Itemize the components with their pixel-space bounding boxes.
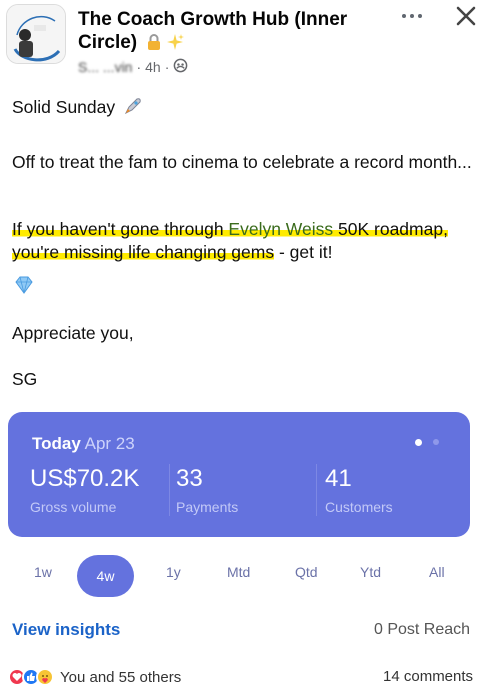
card-date: Today Apr 23 xyxy=(32,434,135,454)
gem-icon xyxy=(14,276,34,300)
post-line-appreciate: Appreciate you, xyxy=(12,323,134,343)
range-1y[interactable]: 1y xyxy=(166,564,181,580)
group-title[interactable]: The Coach Growth Hub (Inner Circle) xyxy=(78,8,378,57)
post-meta: S... ...vin · 4h · xyxy=(78,58,188,76)
today-label: Today xyxy=(32,434,81,453)
stats-card[interactable]: Today Apr 23 US$70.2K Gross volume 33 Pa… xyxy=(8,412,470,537)
range-all[interactable]: All xyxy=(429,564,445,580)
group-audience-icon xyxy=(173,58,188,76)
range-4w[interactable]: 4w xyxy=(77,555,134,597)
author-name[interactable]: S... ...vin xyxy=(78,59,132,75)
post-timestamp[interactable]: 4h xyxy=(145,59,161,75)
range-1w[interactable]: 1w xyxy=(34,564,52,580)
mention-link[interactable]: Evelyn Weiss xyxy=(228,219,334,239)
post-line-cinema: Off to treat the fam to cinema to celebr… xyxy=(12,152,472,172)
group-title-text: The Coach Growth Hub (Inner Circle) xyxy=(78,9,348,53)
post-line-signature: SG xyxy=(12,369,38,389)
reactions-text: You and 55 others xyxy=(60,668,182,686)
comments-count[interactable]: 14 comments xyxy=(383,668,473,685)
pager-dot-active[interactable] xyxy=(415,439,422,446)
group-avatar-image xyxy=(7,5,65,63)
payments-label: Payments xyxy=(176,499,239,515)
range-selector: 1w 4w 1y Mtd Qtd Ytd All xyxy=(8,548,470,606)
customers-label: Customers xyxy=(325,499,393,515)
payments-value: 33 xyxy=(176,465,203,492)
post-line-sunday: Solid Sunday xyxy=(12,96,143,122)
highlight-text-prefix: If you haven't gone through xyxy=(12,219,229,239)
reactions-summary[interactable]: You and 55 others xyxy=(8,667,181,687)
date-value: Apr 23 xyxy=(84,434,135,453)
rocket-icon xyxy=(123,96,143,122)
range-qtd[interactable]: Qtd xyxy=(295,564,318,580)
group-avatar[interactable] xyxy=(6,4,66,64)
sparkles-icon xyxy=(166,33,185,57)
range-mtd[interactable]: Mtd xyxy=(227,564,250,580)
gross-volume-value: US$70.2K xyxy=(30,465,140,492)
post-line-highlight: If you haven't gone through Evelyn Weiss… xyxy=(12,218,482,263)
close-icon[interactable] xyxy=(452,2,480,30)
view-insights-link[interactable]: View insights xyxy=(12,620,120,640)
post-line-sunday-text: Solid Sunday xyxy=(12,97,116,117)
gross-volume-label: Gross volume xyxy=(30,499,117,515)
meta-separator: · xyxy=(164,59,170,75)
more-options-icon[interactable] xyxy=(398,6,426,26)
customers-value: 41 xyxy=(325,465,352,492)
metric-divider xyxy=(169,464,170,516)
highlight-text-tail: - get it! xyxy=(274,241,333,262)
post-header: The Coach Growth Hub (Inner Circle) S...… xyxy=(0,0,489,86)
meta-separator: · xyxy=(136,59,142,75)
metric-divider xyxy=(316,464,317,516)
care-reaction-icon xyxy=(36,668,54,686)
post-reach: 0 Post Reach xyxy=(374,621,471,638)
lock-icon xyxy=(145,33,163,57)
range-ytd[interactable]: Ytd xyxy=(360,564,381,580)
pager-dot-inactive[interactable] xyxy=(433,439,439,445)
